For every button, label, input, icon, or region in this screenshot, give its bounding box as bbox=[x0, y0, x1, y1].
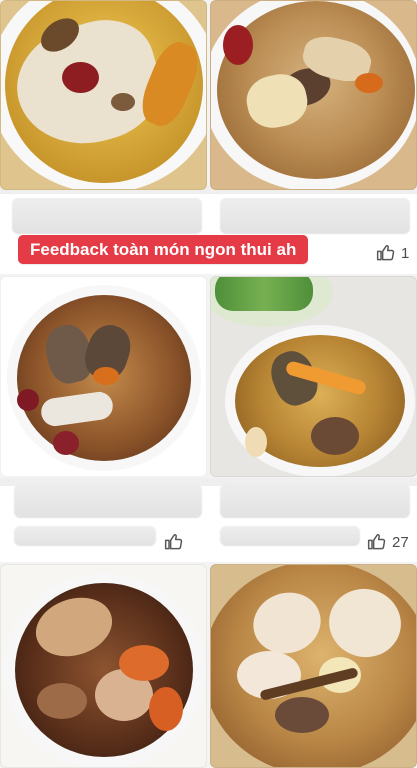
jujube-piece bbox=[17, 389, 39, 411]
carrot-piece bbox=[119, 645, 169, 681]
photo-tile-bottom-left bbox=[0, 564, 207, 768]
carrot-piece bbox=[149, 687, 183, 731]
feedback-badge: Feedback toàn món ngon thui ah bbox=[18, 235, 309, 264]
bamboo-piece bbox=[245, 427, 267, 457]
caption-placeholder-left-second bbox=[14, 526, 156, 546]
photo-tile-top-left bbox=[0, 0, 207, 190]
herb-piece bbox=[355, 73, 383, 93]
like-count-top[interactable]: 1 bbox=[376, 243, 409, 263]
herb-piece bbox=[93, 367, 119, 385]
thumbs-up-icon bbox=[376, 245, 395, 261]
jujube-piece bbox=[62, 62, 99, 93]
caption-placeholder-right bbox=[220, 484, 410, 518]
caption-placeholder-left bbox=[14, 484, 202, 518]
like-count-middle-left[interactable] bbox=[164, 532, 189, 552]
like-count: 1 bbox=[401, 244, 410, 262]
recipe-feedback-gallery: Feedback toàn món ngon thui ah 1 27 bbox=[0, 0, 417, 768]
jujube-piece bbox=[223, 25, 253, 65]
photo-tile-bottom-right bbox=[210, 564, 417, 768]
like-count-middle-right[interactable]: 27 bbox=[367, 532, 409, 552]
green-beans bbox=[215, 277, 313, 311]
root-piece bbox=[111, 93, 135, 111]
mushroom-piece bbox=[275, 697, 329, 733]
jujube-piece bbox=[53, 431, 79, 455]
thumbs-up-icon bbox=[164, 534, 183, 550]
caption-placeholder-left bbox=[12, 198, 202, 234]
caption-placeholder-right bbox=[220, 198, 410, 234]
photo-tile-middle-left bbox=[0, 276, 207, 477]
caption-placeholder-right-second bbox=[220, 526, 360, 546]
mushroom-piece bbox=[37, 683, 87, 719]
thumbs-up-icon bbox=[367, 534, 386, 550]
photo-tile-top-right bbox=[210, 0, 417, 190]
photo-tile-middle-right bbox=[210, 276, 417, 477]
mushroom-piece bbox=[311, 417, 359, 455]
like-count: 27 bbox=[392, 533, 409, 551]
